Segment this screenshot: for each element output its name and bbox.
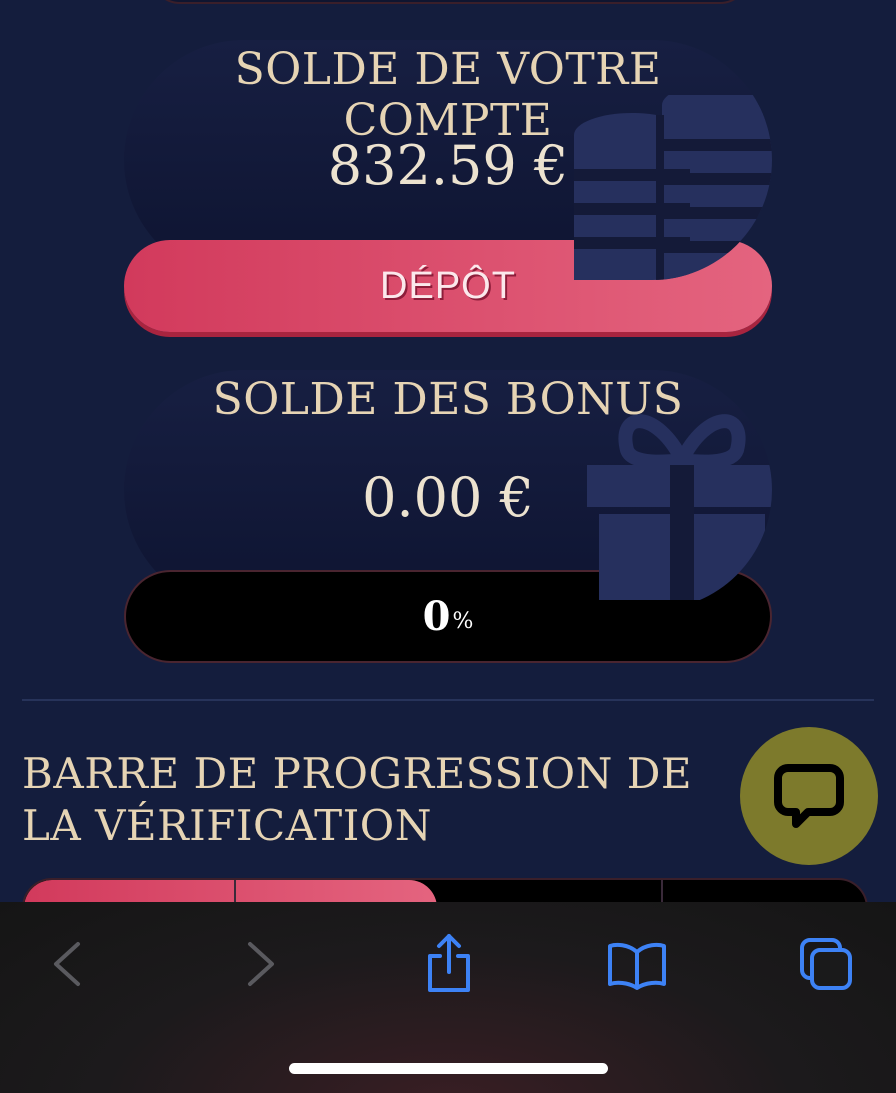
bonus-balance-amount: 0.00 € [362,466,534,529]
bonus-balance-title: SOLDE DES BONUS [212,374,684,425]
bonus-progress-value: 0 [422,593,451,640]
account-balance-title: SOLDE DE VOTRE COMPTE [234,44,662,146]
bonus-progress-unit: % [452,609,474,634]
chat-bubble-icon [774,764,844,828]
share-icon[interactable] [424,932,474,996]
live-chat-button[interactable] [740,727,878,865]
forward-icon[interactable] [244,932,278,996]
back-icon[interactable] [50,932,84,996]
previous-card-edge [150,0,750,4]
verification-progress-title: BARRE DE PROGRESSION DE LA VÉRIFICATION [22,749,693,850]
account-balance-amount: 832.59 € [327,134,569,197]
tabs-icon[interactable] [798,932,856,996]
home-indicator [289,1063,608,1074]
section-divider [22,699,874,701]
bookmarks-icon[interactable] [606,932,668,996]
